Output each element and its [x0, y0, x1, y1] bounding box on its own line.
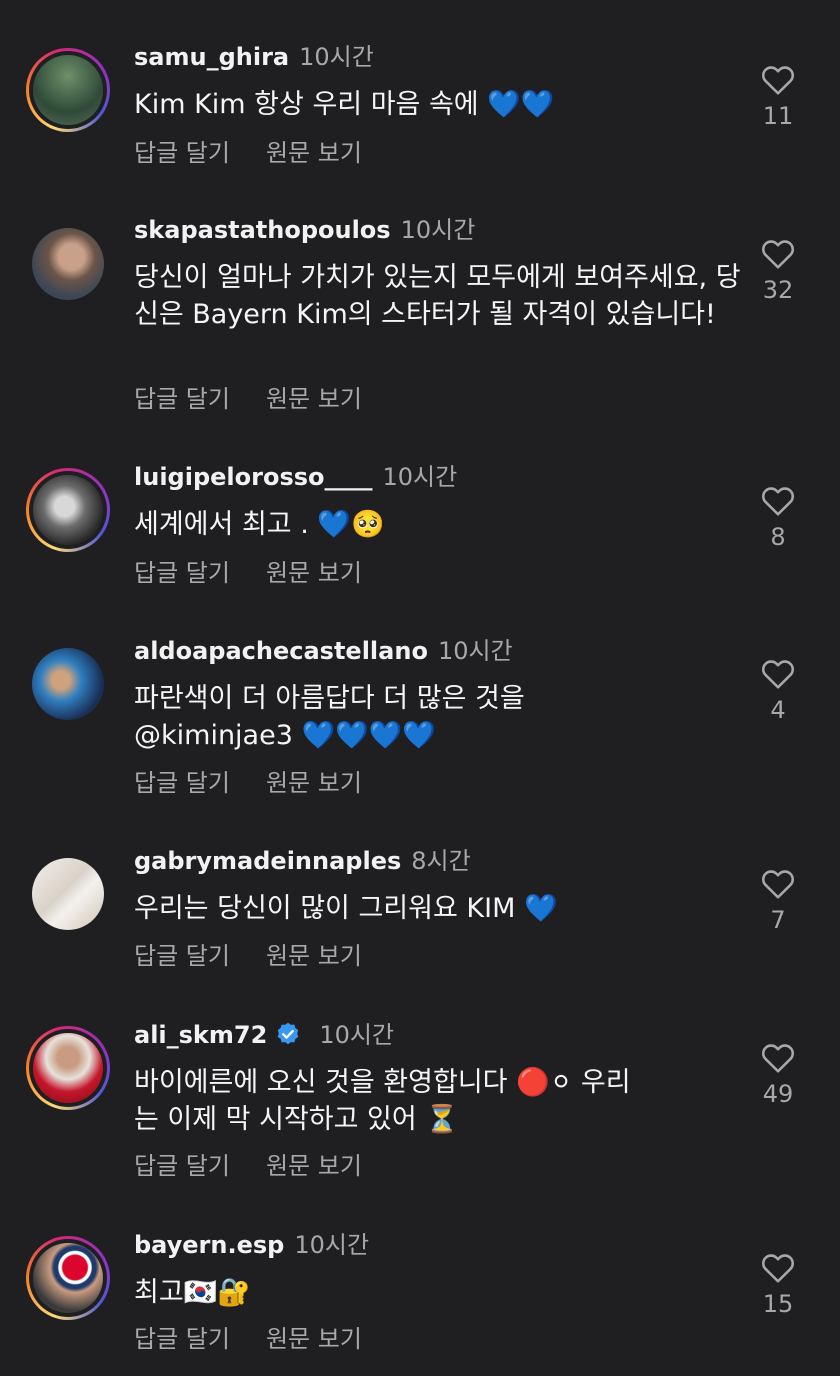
- reply-button[interactable]: 답글 달기: [134, 559, 230, 587]
- avatar[interactable]: [26, 48, 110, 132]
- reply-button[interactable]: 답글 달기: [134, 769, 230, 797]
- reply-button[interactable]: 답글 달기: [134, 1152, 230, 1180]
- username[interactable]: samu_ghira: [134, 43, 289, 71]
- man-portrait-photo: [32, 228, 104, 300]
- like-count: 15: [762, 1290, 794, 1318]
- like-count: 4: [770, 696, 786, 724]
- like-count: 11: [762, 102, 794, 130]
- see-translation-button[interactable]: 원문 보기: [266, 139, 362, 167]
- emoji: 💙🥺: [317, 509, 385, 540]
- comment-text: 바이에른에 오신 것을 환영합니다 🔴⚪ 우리는 이제 막 시작하고 있어 ⏳: [134, 1067, 631, 1135]
- verified-badge-icon: [278, 1022, 299, 1045]
- username[interactable]: gabrymadeinnaples: [134, 847, 401, 875]
- timestamp: 10시간: [299, 43, 374, 71]
- username[interactable]: luigipelorosso____: [134, 463, 373, 491]
- see-translation-button[interactable]: 원문 보기: [266, 769, 362, 797]
- username[interactable]: skapastathopoulos: [134, 216, 391, 244]
- marble-photo: [32, 858, 104, 930]
- emoji: 💙💙: [487, 89, 555, 120]
- timestamp: 10시간: [294, 1231, 370, 1259]
- comment-text: 우리는 당신이 많이 그리워요 KIM 💙: [134, 890, 734, 927]
- comment-body: 우리는 당신이 많이 그리워요 KIM: [134, 893, 524, 924]
- heart-icon: [761, 870, 795, 899]
- timestamp: 8시간: [411, 847, 471, 875]
- heart-icon: [761, 1254, 795, 1283]
- emoji: 🇰🇷🔐: [183, 1277, 251, 1308]
- man-bw-photo: [33, 475, 103, 545]
- heart-icon: [761, 660, 795, 689]
- timestamp: 10시간: [382, 463, 458, 491]
- comment-text: 최고🇰🇷🔐: [134, 1274, 734, 1311]
- reply-button[interactable]: 답글 달기: [134, 385, 230, 413]
- like-count: 32: [762, 276, 794, 304]
- avatar[interactable]: [26, 852, 110, 936]
- username[interactable]: ali_skm72: [134, 1021, 267, 1049]
- heart-icon: [761, 1044, 795, 1073]
- like-count: 8: [770, 523, 786, 551]
- see-translation-button[interactable]: 원문 보기: [266, 1152, 362, 1180]
- timestamp: 10시간: [400, 216, 476, 244]
- comment-body: Kim Kim 항상 우리 마음 속에: [134, 89, 488, 120]
- like-count: 49: [762, 1080, 794, 1108]
- see-translation-button[interactable]: 원문 보기: [266, 942, 362, 970]
- like-button[interactable]: 8: [746, 483, 810, 551]
- like-button[interactable]: 7: [746, 866, 810, 934]
- username[interactable]: aldoapachecastellano: [134, 637, 428, 665]
- reply-button[interactable]: 답글 달기: [134, 139, 230, 167]
- see-translation-button[interactable]: 원문 보기: [266, 385, 362, 413]
- reply-button[interactable]: 답글 달기: [134, 942, 230, 970]
- heart-icon: [761, 240, 795, 269]
- avatar[interactable]: [26, 468, 110, 552]
- comment-text: 파란색이 더 아름답다 더 많은 것을 @kiminjae3 💙💙💙💙: [134, 680, 574, 754]
- see-translation-button[interactable]: 원문 보기: [266, 1325, 362, 1353]
- soccer-player-photo: [33, 55, 103, 125]
- comment-text: 당신이 얼마나 가치가 있는지 모두에게 보여주세요, 당신은 Bayern K…: [134, 262, 741, 330]
- comment-body: 세계에서 최고 .: [134, 509, 318, 540]
- avatar[interactable]: [26, 642, 110, 726]
- bayern-logo-photo: [33, 1243, 103, 1313]
- timestamp: 10시간: [437, 637, 513, 665]
- emoji: 💙💙💙💙: [301, 720, 436, 751]
- comment-text: Kim Kim 항상 우리 마음 속에 💙💙: [134, 86, 734, 123]
- heart-icon: [761, 66, 795, 95]
- heart-icon: [761, 487, 795, 516]
- avatar[interactable]: [26, 1236, 110, 1320]
- like-button[interactable]: 4: [746, 656, 810, 724]
- avatar[interactable]: [26, 1026, 110, 1110]
- emoji: 💙: [523, 893, 558, 924]
- man-bayern-jersey-photo: [33, 1033, 103, 1103]
- like-count: 7: [770, 906, 786, 934]
- username[interactable]: bayern.esp: [134, 1231, 284, 1259]
- comment-body: 최고: [134, 1277, 184, 1308]
- see-translation-button[interactable]: 원문 보기: [266, 559, 362, 587]
- like-button[interactable]: 11: [746, 62, 810, 130]
- timestamp: 10시간: [319, 1021, 395, 1049]
- avatar[interactable]: [26, 222, 110, 306]
- like-button[interactable]: 15: [746, 1250, 810, 1318]
- like-button[interactable]: 49: [746, 1040, 810, 1108]
- reply-button[interactable]: 답글 달기: [134, 1325, 230, 1353]
- man-trophy-photo: [32, 648, 104, 720]
- like-button[interactable]: 32: [746, 236, 810, 304]
- comment-text: 세계에서 최고 . 💙🥺: [134, 506, 734, 543]
